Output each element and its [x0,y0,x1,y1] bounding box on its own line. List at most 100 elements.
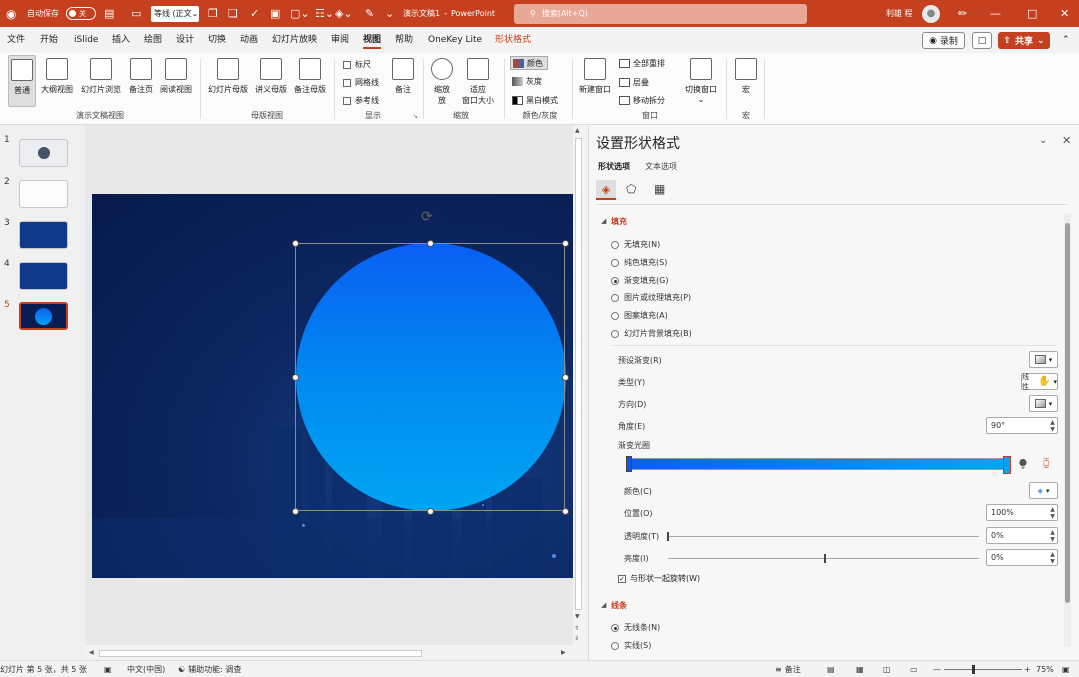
zoom-level[interactable]: 75% [1036,661,1054,677]
zoom-slider[interactable] [944,669,1022,670]
guides-checkbox[interactable]: 参考线 [343,95,379,106]
tab-text-options[interactable]: 文本选项 [645,161,677,172]
resize-handle[interactable] [292,240,299,247]
panel-scrollbar[interactable] [1064,213,1071,647]
transparency-input[interactable]: 0% ▲ ▼ [986,527,1058,544]
fill-line-icon[interactable]: ◈ [596,180,616,200]
accessibility-status[interactable]: ☯ 辅助功能: 调查 [178,661,241,677]
brightness-slider-thumb[interactable] [824,554,826,563]
gridlines-checkbox[interactable]: 网格线 [343,77,379,88]
tab-draw[interactable]: 绘图 [144,27,162,53]
slideshow-icon[interactable]: ▭ [910,661,918,677]
resize-handle[interactable] [292,508,299,515]
gradient-stop-handle[interactable] [1003,456,1011,474]
tab-insert[interactable]: 插入 [112,27,130,53]
reading-view-icon[interactable]: ◫ [883,661,891,677]
fit-slide-icon[interactable]: ▣ [1062,661,1070,677]
chevron-down-icon[interactable]: ⌄ [1039,135,1047,146]
next-slide-icon[interactable]: ⇓ [574,635,579,642]
normal-view-button[interactable]: 普通 [8,55,36,107]
minimize-icon[interactable]: — [990,0,1001,27]
autosave-toggle[interactable]: 关 [66,0,96,27]
tab-design[interactable]: 设计 [176,27,194,53]
notes-page-button[interactable]: 备注页 [126,55,156,107]
position-input[interactable]: 100% ▲ ▼ [986,504,1058,521]
copy-icon[interactable]: ❐ [208,0,218,27]
outline-view-button[interactable]: 大纲视图 [38,55,76,107]
align-icon[interactable]: ☶⌄ [315,0,334,27]
record-button[interactable]: ◉ 录制 [922,32,965,49]
zoom-in-icon[interactable]: + [1024,661,1031,677]
line-section-header[interactable]: 线条 [611,600,627,611]
maximize-icon[interactable]: □ [1027,0,1037,27]
slide-sorter-button[interactable]: 幻灯片浏览 [78,55,124,107]
fill-background-radio[interactable]: 幻灯片背景填充(B) [611,328,692,339]
group-icon[interactable]: ▢⌄ [290,0,310,27]
normal-view-icon[interactable]: ▤ [827,661,835,677]
slide-thumbnail-5[interactable] [19,302,68,330]
duplicate-icon[interactable]: ❏ [228,0,238,27]
slide-master-button[interactable]: 幻灯片母版 [206,55,250,107]
ribbon-collapse-icon[interactable]: ⌃ [1062,27,1070,53]
shape-fill-icon[interactable]: ◈⌄ [335,0,353,27]
panel-scroll-thumb[interactable] [1065,223,1070,603]
transparency-slider-thumb[interactable] [667,532,669,541]
canvas-vertical-scrollbar[interactable]: ▲ ▼ ⇑ ⇓ [573,125,584,645]
brightness-input[interactable]: 0% ▲ ▼ [986,549,1058,566]
arrange-icon[interactable]: ▣ [270,0,280,27]
fill-pattern-radio[interactable]: 图案填充(A) [611,310,668,321]
slide-sorter-icon[interactable]: ▦ [856,661,864,677]
resize-handle[interactable] [427,240,434,247]
resize-handle[interactable] [292,374,299,381]
new-window-button[interactable]: 新建窗口 [577,55,613,107]
scroll-right-icon[interactable]: ▶ [561,649,566,656]
resize-handle[interactable] [427,508,434,515]
remove-stop-icon[interactable]: ⧮ [1043,458,1049,469]
fill-solid-radio[interactable]: 纯色填充(S) [611,257,667,268]
preset-gradient-dropdown[interactable]: ▾ [1029,351,1058,368]
add-stop-icon[interactable]: ⧭ [1019,458,1027,469]
fit-window-button[interactable]: 适应 窗口大小 [458,55,498,107]
scroll-down-icon[interactable]: ▼ [575,613,580,620]
spellcheck-icon[interactable]: ▣ [104,661,112,677]
dialog-launcher-icon[interactable]: ↘ [413,113,418,120]
share-button[interactable]: ⇧ 共享 ⌄ [998,32,1050,49]
tab-shape-format[interactable]: 形状格式 [495,27,531,53]
tab-animations[interactable]: 动画 [240,27,258,53]
slide-thumbnail-1[interactable] [19,139,68,167]
zoom-slider-thumb[interactable] [972,665,975,674]
search-box[interactable]: ⚲ 搜索(Alt+Q) [514,0,807,27]
angle-input[interactable]: 90° ▲ ▼ [986,417,1058,434]
notes-button[interactable]: 备注 [390,55,416,107]
rotate-with-shape-checkbox[interactable]: ✓ 与形状一起旋转(W) [618,573,700,584]
fill-section-header[interactable]: 填充 [611,216,627,227]
font-selector[interactable]: 等线 (正文 ⌄ [151,0,199,27]
slide-thumbnail-4[interactable] [19,262,68,290]
collapse-fill-icon[interactable]: ◢ [601,217,606,225]
tab-file[interactable]: 文件 [7,27,25,53]
reading-view-button[interactable]: 阅读视图 [157,55,195,107]
zoom-button[interactable]: 缩放放 [428,55,456,107]
cascade-button[interactable]: 层叠 [619,77,649,88]
close-panel-icon[interactable]: ✕ [1062,134,1071,147]
collapse-line-icon[interactable]: ◢ [601,601,606,609]
effects-icon[interactable]: ⬠ [626,182,636,196]
customize-icon[interactable]: ⌄ [385,0,394,27]
tab-review[interactable]: 审阅 [331,27,349,53]
slide-thumbnail-2[interactable] [19,180,68,208]
present-icon[interactable]: ▭ [131,0,141,27]
resize-handle[interactable] [562,374,569,381]
line-none-radio[interactable]: 无线条(N) [611,622,660,633]
gradient-stops-bar[interactable] [626,458,1010,470]
bw-button[interactable]: 黑白模式 [512,95,558,106]
color-picker-button[interactable]: ◈ ▾ [1029,482,1058,499]
slide-thumbnail-3[interactable] [19,221,68,249]
resize-handle[interactable] [562,508,569,515]
rotate-handle-icon[interactable]: ⟳ [421,209,433,225]
tab-help[interactable]: 帮助 [395,27,413,53]
fill-none-radio[interactable]: 无填充(N) [611,239,660,250]
tab-transitions[interactable]: 切换 [208,27,226,53]
prev-slide-icon[interactable]: ⇑ [574,625,579,632]
arrange-all-button[interactable]: 全部重排 [619,58,665,69]
scroll-thumb[interactable] [575,138,582,610]
